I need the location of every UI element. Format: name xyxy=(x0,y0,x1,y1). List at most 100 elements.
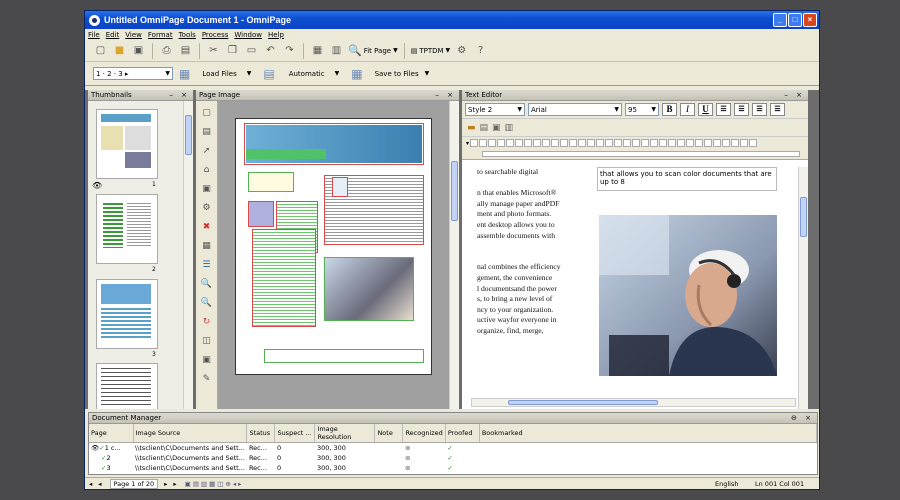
rotate-icon[interactable]: ↻ xyxy=(200,315,214,329)
highlight-icon[interactable]: ▬ xyxy=(467,123,476,133)
text-zone[interactable] xyxy=(248,172,294,192)
image-zone[interactable] xyxy=(248,201,274,227)
column-header-status[interactable]: Status xyxy=(246,424,276,443)
horizontal-ruler[interactable] xyxy=(462,149,808,160)
italic-button[interactable]: I xyxy=(680,103,695,116)
copy-icon[interactable]: ❐ xyxy=(225,43,240,58)
text-column-1[interactable]: to searchable digital n that enables Mic… xyxy=(477,167,589,337)
thumbnails-scrollbar[interactable] xyxy=(183,101,193,409)
menu-tools[interactable]: Tools xyxy=(179,31,196,39)
scan-icon[interactable]: ▤ xyxy=(178,43,193,58)
align-center-icon[interactable]: ☰ xyxy=(734,103,749,116)
split-icon[interactable]: ◫ xyxy=(200,334,214,348)
footer-zone[interactable] xyxy=(264,349,424,363)
pointer-icon[interactable]: ➚ xyxy=(200,144,214,158)
justify-icon[interactable]: ☰ xyxy=(770,103,785,116)
options-icon[interactable]: ⚙ xyxy=(454,43,469,58)
omnipage-app-icon[interactable] xyxy=(89,14,100,26)
align-left-icon[interactable]: ☰ xyxy=(716,103,731,116)
column-header-suspect[interactable]: Suspect ... xyxy=(274,424,316,443)
scroll-thumb[interactable] xyxy=(508,400,658,405)
column-header-image-resolution[interactable]: Image Resolution xyxy=(314,424,376,443)
font-dropdown[interactable]: Arial ▼ xyxy=(528,103,622,116)
menu-window[interactable]: Window xyxy=(234,31,262,39)
document-photo[interactable] xyxy=(599,215,777,376)
prev-page-icon[interactable]: ◂ xyxy=(98,480,101,488)
image-zone-icon[interactable]: ▣ xyxy=(200,182,214,196)
save-to-files-button[interactable]: ▦ Save to Files ▼ xyxy=(351,67,429,81)
thumbnail-page-2[interactable] xyxy=(96,194,158,264)
save-icon[interactable]: ▣ xyxy=(131,43,146,58)
font-size-dropdown[interactable]: 95 ▼ xyxy=(625,103,659,116)
thumbnail-page-1[interactable] xyxy=(96,109,158,179)
edit-icon[interactable]: ✎ xyxy=(200,372,214,386)
column-header-recognized[interactable]: Recognized xyxy=(402,424,446,443)
style-dropdown[interactable]: Style 2 ▼ xyxy=(465,103,525,116)
thumbnail-page-4[interactable] xyxy=(96,363,158,409)
proofread-icon[interactable]: ▦ xyxy=(310,43,325,58)
document-text-area[interactable]: to searchable digital n that enables Mic… xyxy=(471,167,796,397)
text-zone[interactable] xyxy=(252,229,316,327)
redo-icon[interactable]: ↷ xyxy=(282,43,297,58)
zoom-in-icon[interactable]: 🔍 xyxy=(200,277,214,291)
zoom-out-icon[interactable]: 🔍 xyxy=(200,296,214,310)
cut-icon[interactable]: ✂ xyxy=(206,43,221,58)
menu-help[interactable]: Help xyxy=(268,31,284,39)
fit-page-dropdown[interactable]: 🔍 Fit Page ▼ xyxy=(348,44,398,57)
page-image-scrollbar[interactable] xyxy=(449,101,459,409)
column-header-page[interactable]: Page xyxy=(89,424,134,443)
column-header-bookmarked[interactable]: Bookmarked xyxy=(479,424,818,443)
load-files-button[interactable]: ▦ Load Files ▼ xyxy=(179,67,251,81)
image-zone[interactable] xyxy=(244,123,424,165)
menu-edit[interactable]: Edit xyxy=(106,31,120,39)
title-bar[interactable]: Untitled OmniPage Document 1 - OmniPage … xyxy=(85,11,819,29)
menu-format[interactable]: Format xyxy=(148,31,173,39)
table-icon[interactable]: ▤ xyxy=(480,123,489,133)
align-right-icon[interactable]: ☰ xyxy=(752,103,767,116)
automatic-button[interactable]: ▤ Automatic ▼ xyxy=(263,67,339,81)
settings-icon[interactable]: ⚙ xyxy=(200,201,214,215)
text-column-2[interactable]: that allows you to scan color documents … xyxy=(597,167,777,191)
photo-zone[interactable] xyxy=(324,257,414,321)
column-header-image-source[interactable]: Image Source xyxy=(133,424,248,443)
columns-icon[interactable]: ▥ xyxy=(505,123,514,133)
new-icon[interactable]: ▢ xyxy=(93,43,108,58)
table-zone-icon[interactable]: ▦ xyxy=(200,239,214,253)
select-icon[interactable]: ▢ xyxy=(200,106,214,120)
export-icon[interactable]: ▥ xyxy=(329,43,344,58)
last-page-icon[interactable]: ▸ xyxy=(173,480,176,488)
print-icon[interactable]: ⎙ xyxy=(159,43,174,58)
draw-zone-icon[interactable]: ⌂ xyxy=(200,163,214,177)
underline-button[interactable]: U xyxy=(698,103,713,116)
zone-text-icon[interactable]: ▤ xyxy=(200,125,214,139)
scanned-page[interactable] xyxy=(235,118,432,375)
open-folder-icon[interactable]: ■ xyxy=(112,43,127,58)
help-icon[interactable]: ? xyxy=(473,43,488,58)
delete-zone-icon[interactable]: ✖ xyxy=(200,220,214,234)
table-row[interactable]: ✓ 3 \\tsclient\C\Documents and Sett... Re… xyxy=(89,463,817,473)
image-zone[interactable] xyxy=(332,177,348,197)
pane-close-icon[interactable]: – × xyxy=(169,91,190,99)
ocr-language-dropdown[interactable]: ▤ TPTDM ▼ xyxy=(411,47,450,55)
view-mode-icons[interactable]: ▣▤▥▦◫⊕◂▸ xyxy=(185,480,244,488)
bold-button[interactable]: B xyxy=(662,103,677,116)
editor-vscrollbar[interactable] xyxy=(798,167,808,409)
table-row[interactable]: 👁✓1 c... \\tsclient\C\Documents and Sett… xyxy=(89,443,817,453)
next-page-icon[interactable]: ▸ xyxy=(164,480,167,488)
maximize-button[interactable]: □ xyxy=(788,13,802,27)
first-page-icon[interactable]: ◂ xyxy=(89,480,92,488)
column-header-proofed[interactable]: Proofed xyxy=(445,424,480,443)
picture-icon[interactable]: ▣ xyxy=(492,123,501,133)
menu-file[interactable]: File xyxy=(88,31,100,39)
workflow-step-dropdown[interactable]: 1 · 2 · 3 ▸ ▼ xyxy=(93,67,173,80)
menu-view[interactable]: View xyxy=(125,31,142,39)
minimize-button[interactable]: _ xyxy=(773,13,787,27)
auto-zone-icon[interactable]: ☰ xyxy=(200,258,214,272)
close-button[interactable]: × xyxy=(803,13,817,27)
pane-close-icon[interactable]: – × xyxy=(784,91,805,99)
pane-close-icon[interactable]: – × xyxy=(435,91,456,99)
pane-close-icon[interactable]: ⊖ × xyxy=(791,414,814,422)
undo-icon[interactable]: ↶ xyxy=(263,43,278,58)
menu-process[interactable]: Process xyxy=(202,31,229,39)
column-header-note[interactable]: Note xyxy=(374,424,404,443)
